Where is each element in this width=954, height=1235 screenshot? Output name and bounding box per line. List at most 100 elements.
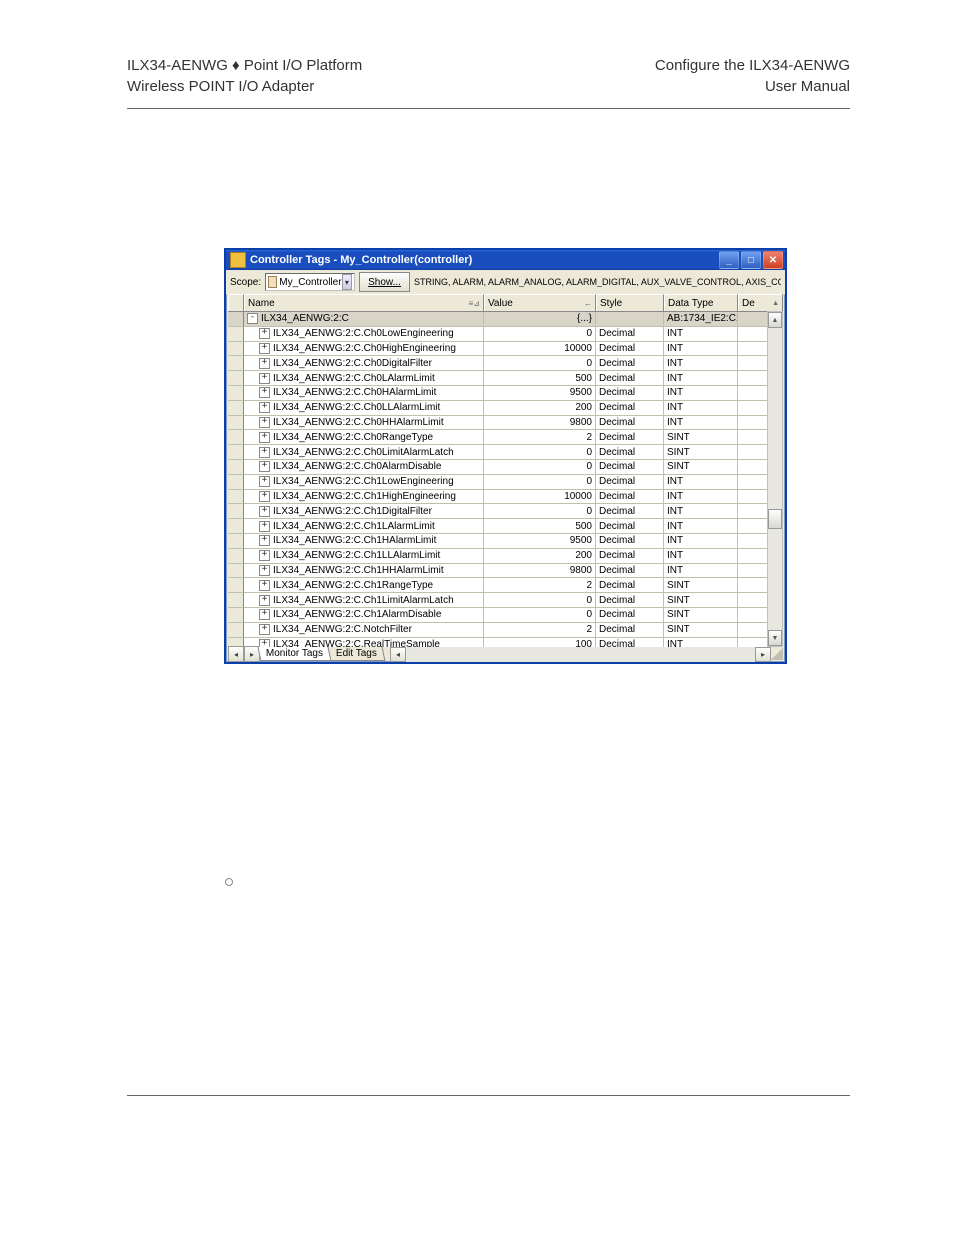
column-style[interactable]: Style	[596, 294, 664, 311]
cell-value[interactable]: 0	[484, 460, 596, 475]
expand-icon[interactable]	[259, 358, 270, 369]
expand-icon[interactable]	[259, 402, 270, 413]
row-selector[interactable]	[228, 490, 244, 505]
vertical-scrollbar[interactable]: ▲ ▼	[767, 311, 783, 647]
hscroll-left-button[interactable]: ◂	[390, 647, 406, 662]
cell-value[interactable]: 500	[484, 371, 596, 386]
table-row[interactable]: ILX34_AENWG:2:C.Ch1DigitalFilter0Decimal…	[228, 504, 783, 519]
chevron-down-icon[interactable]: ▾	[342, 274, 353, 290]
cell-name[interactable]: ILX34_AENWG:2:C.Ch1LowEngineering	[244, 475, 484, 490]
table-row[interactable]: ILX34_AENWG:2:C.Ch1LAlarmLimit500Decimal…	[228, 519, 783, 534]
show-button[interactable]: Show...	[359, 272, 410, 292]
table-row[interactable]: ILX34_AENWG:2:C.Ch0AlarmDisable0DecimalS…	[228, 460, 783, 475]
cell-name[interactable]: ILX34_AENWG:2:C.Ch0RangeType	[244, 430, 484, 445]
cell-style[interactable]: Decimal	[596, 371, 664, 386]
table-row[interactable]: ILX34_AENWG:2:C.Ch0RangeType2DecimalSINT	[228, 430, 783, 445]
cell-style[interactable]: Decimal	[596, 430, 664, 445]
cell-style[interactable]	[596, 312, 664, 327]
column-value[interactable]: Value ←	[484, 294, 596, 311]
tab-edit-tags[interactable]: Edit Tags	[328, 647, 386, 661]
expand-icon[interactable]	[259, 417, 270, 428]
cell-name[interactable]: ILX34_AENWG:2:C.Ch1LAlarmLimit	[244, 519, 484, 534]
column-description[interactable]: De ▲	[738, 294, 783, 311]
row-selector[interactable]	[228, 578, 244, 593]
row-selector[interactable]	[228, 416, 244, 431]
cell-value[interactable]: {...}	[484, 312, 596, 327]
cell-value[interactable]: 0	[484, 356, 596, 371]
cell-value[interactable]: 200	[484, 401, 596, 416]
table-row[interactable]: ILX34_AENWG:2:C.Ch1HHAlarmLimit9800Decim…	[228, 564, 783, 579]
scrollbar-track[interactable]	[768, 328, 782, 630]
cell-name[interactable]: ILX34_AENWG:2:C.Ch1RangeType	[244, 578, 484, 593]
expand-icon[interactable]	[259, 639, 270, 647]
cell-value[interactable]: 9800	[484, 564, 596, 579]
horizontal-scrollbar[interactable]: ◂ ▸	[390, 647, 771, 662]
cell-name[interactable]: ILX34_AENWG:2:C.Ch0HighEngineering	[244, 342, 484, 357]
row-selector[interactable]	[228, 475, 244, 490]
table-row[interactable]: ILX34_AENWG:2:C.NotchFilter2DecimalSINT	[228, 623, 783, 638]
cell-style[interactable]: Decimal	[596, 445, 664, 460]
cell-style[interactable]: Decimal	[596, 327, 664, 342]
expand-icon[interactable]	[259, 609, 270, 620]
row-selector[interactable]	[228, 327, 244, 342]
expand-icon[interactable]	[259, 550, 270, 561]
table-row[interactable]: ILX34_AENWG:2:C.Ch1LowEngineering0Decima…	[228, 475, 783, 490]
cell-style[interactable]: Decimal	[596, 490, 664, 505]
cell-value[interactable]: 0	[484, 327, 596, 342]
cell-name[interactable]: ILX34_AENWG:2:C.Ch1DigitalFilter	[244, 504, 484, 519]
table-row[interactable]: ILX34_AENWG:2:C.Ch0LAlarmLimit500Decimal…	[228, 371, 783, 386]
cell-style[interactable]: Decimal	[596, 564, 664, 579]
cell-name[interactable]: ILX34_AENWG:2:C.Ch0LowEngineering	[244, 327, 484, 342]
table-row[interactable]: ILX34_AENWG:2:C.Ch1RangeType2DecimalSINT	[228, 578, 783, 593]
row-selector[interactable]	[228, 401, 244, 416]
cell-value[interactable]: 10000	[484, 490, 596, 505]
cell-name[interactable]: ILX34_AENWG:2:C.Ch0LLAlarmLimit	[244, 401, 484, 416]
row-selector[interactable]	[228, 549, 244, 564]
cell-name[interactable]: ILX34_AENWG:2:C.Ch0DigitalFilter	[244, 356, 484, 371]
row-selector[interactable]	[228, 312, 244, 327]
expand-icon[interactable]	[259, 565, 270, 576]
collapse-icon[interactable]	[247, 313, 258, 324]
table-row[interactable]: ILX34_AENWG:2:C.Ch1HighEngineering10000D…	[228, 490, 783, 505]
cell-name[interactable]: ILX34_AENWG:2:C.Ch1HighEngineering	[244, 490, 484, 505]
cell-style[interactable]: Decimal	[596, 504, 664, 519]
column-name[interactable]: Name ≡⊿	[244, 294, 484, 311]
row-selector[interactable]	[228, 564, 244, 579]
cell-style[interactable]: Decimal	[596, 386, 664, 401]
cell-name[interactable]: ILX34_AENWG:2:C.Ch0AlarmDisable	[244, 460, 484, 475]
tab-monitor-tags[interactable]: Monitor Tags	[258, 647, 332, 661]
cell-style[interactable]: Decimal	[596, 623, 664, 638]
cell-style[interactable]: Decimal	[596, 608, 664, 623]
table-row[interactable]: ILX34_AENWG:2:C.Ch0HighEngineering10000D…	[228, 342, 783, 357]
cell-value[interactable]: 9800	[484, 416, 596, 431]
cell-style[interactable]: Decimal	[596, 534, 664, 549]
minimize-button[interactable]: _	[719, 251, 739, 269]
table-row[interactable]: ILX34_AENWG:2:C.Ch1LimitAlarmLatch0Decim…	[228, 593, 783, 608]
cell-value[interactable]: 0	[484, 593, 596, 608]
table-row[interactable]: ILX34_AENWG:2:C.Ch0LLAlarmLimit200Decima…	[228, 401, 783, 416]
cell-name[interactable]: ILX34_AENWG:2:C.Ch0LAlarmLimit	[244, 371, 484, 386]
row-selector[interactable]	[228, 386, 244, 401]
cell-style[interactable]: Decimal	[596, 342, 664, 357]
row-selector[interactable]	[228, 356, 244, 371]
scrollbar-thumb[interactable]	[768, 509, 782, 529]
cell-value[interactable]: 2	[484, 623, 596, 638]
cell-name[interactable]: ILX34_AENWG:2:C.Ch0LimitAlarmLatch	[244, 445, 484, 460]
cell-value[interactable]: 0	[484, 475, 596, 490]
expand-icon[interactable]	[259, 387, 270, 398]
cell-value[interactable]: 0	[484, 504, 596, 519]
expand-icon[interactable]	[259, 624, 270, 635]
row-selector[interactable]	[228, 371, 244, 386]
expand-icon[interactable]	[259, 535, 270, 546]
cell-style[interactable]: Decimal	[596, 356, 664, 371]
expand-icon[interactable]	[259, 461, 270, 472]
resize-grip-icon[interactable]	[771, 648, 783, 660]
expand-icon[interactable]	[259, 580, 270, 591]
cell-style[interactable]: Decimal	[596, 401, 664, 416]
cell-style[interactable]: Decimal	[596, 549, 664, 564]
cell-style[interactable]: Decimal	[596, 519, 664, 534]
row-selector[interactable]	[228, 504, 244, 519]
cell-name[interactable]: ILX34_AENWG:2:C.Ch1AlarmDisable	[244, 608, 484, 623]
table-row[interactable]: ILX34_AENWG:2:C.Ch1AlarmDisable0DecimalS…	[228, 608, 783, 623]
scroll-down-button[interactable]: ▼	[768, 630, 782, 646]
